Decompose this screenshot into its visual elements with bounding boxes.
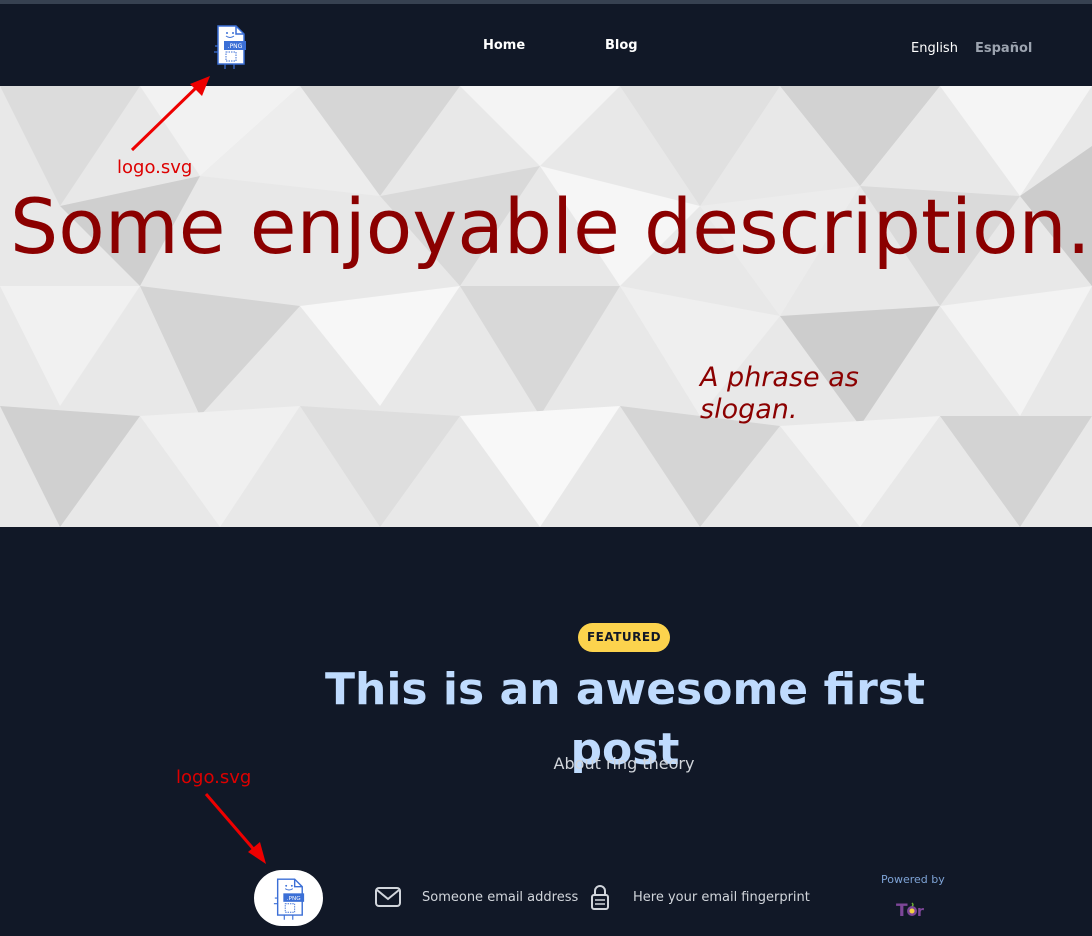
powered-by-label: Powered by xyxy=(881,873,945,886)
png-file-icon: .PNG xyxy=(273,878,305,920)
png-file-icon: .PNG xyxy=(214,25,246,69)
svg-text:.PNG: .PNG xyxy=(287,896,301,902)
footer-logo[interactable]: .PNG xyxy=(254,870,323,926)
post-subtitle: About ring theory xyxy=(553,754,695,773)
svg-text:T: T xyxy=(896,901,908,919)
nav-blog[interactable]: Blog xyxy=(605,38,638,53)
lang-espanol[interactable]: Español xyxy=(975,41,1032,56)
hero-slogan: A phrase as slogan. xyxy=(700,362,859,425)
svg-text:.PNG: .PNG xyxy=(228,43,243,50)
featured-badge: FEATURED xyxy=(578,623,670,652)
mail-icon[interactable] xyxy=(374,884,402,910)
tor-logo[interactable]: T r xyxy=(896,899,928,919)
annotation-label-top: logo.svg xyxy=(117,157,193,178)
lang-english[interactable]: English xyxy=(911,41,958,56)
annotation-arrow-top xyxy=(130,76,210,152)
fingerprint-lock-icon xyxy=(591,885,609,910)
site-logo[interactable]: .PNG xyxy=(212,24,248,70)
footer-email[interactable]: Someone email address xyxy=(422,890,578,905)
footer-fingerprint: Here your email fingerprint xyxy=(633,890,810,905)
annotation-arrow-bottom xyxy=(204,793,266,864)
svg-text:r: r xyxy=(917,904,924,919)
annotation-label-bottom: logo.svg xyxy=(176,767,252,788)
nav-home[interactable]: Home xyxy=(483,38,525,53)
hero-title: Some enjoyable description. xyxy=(10,182,1091,271)
